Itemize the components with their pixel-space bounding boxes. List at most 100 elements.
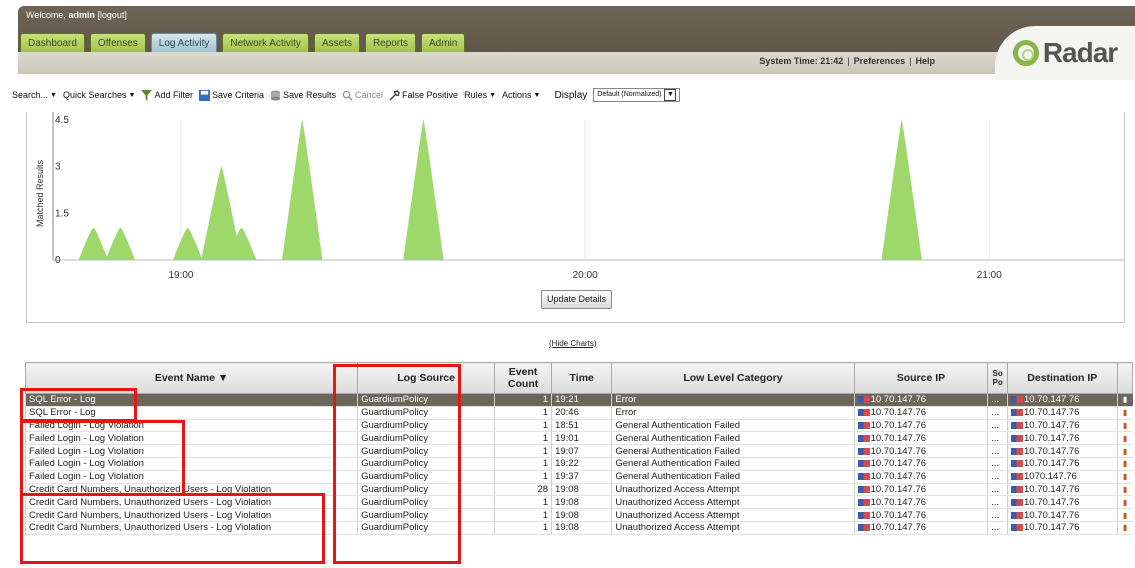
tab-log-activity[interactable]: Log Activity: [150, 33, 218, 54]
save-criteria-button[interactable]: Save Criteria: [198, 89, 264, 101]
row-magnitude-icon: ▮: [1116, 457, 1133, 471]
preferences-link[interactable]: Preferences: [854, 56, 906, 66]
country-flag-icon: [857, 421, 870, 429]
help-link[interactable]: Help: [915, 56, 935, 66]
table-row[interactable]: SQL Error - Log GuardiumPolicy 1 19:21 Error…: [24, 393, 1133, 407]
cancel-button[interactable]: Cancel: [342, 90, 383, 101]
cell-log-source: GuardiumPolicy: [357, 521, 495, 535]
cell-source-ip: 10.70.147.76: [853, 406, 988, 420]
display-select[interactable]: Default (Normalized) ▼: [593, 88, 681, 102]
cell-source-port: ...: [987, 393, 1008, 407]
tab-network-activity[interactable]: Network Activity: [222, 33, 309, 54]
events-table: Event Name ▼ Log Source Event Count Time…: [24, 362, 1134, 535]
row-magnitude-icon: ▮: [1116, 483, 1133, 497]
cell-event-name-text: Failed Login - Log Violation: [29, 419, 144, 431]
cell-log-source: GuardiumPolicy: [357, 457, 495, 471]
display-select-value: Default (Normalized): [597, 91, 662, 98]
cell-log-source-text: GuardiumPolicy: [361, 407, 429, 419]
cell-low-level-category: General Authentication Failed: [611, 470, 855, 484]
table-row[interactable]: Credit Card Numbers, Unauthorized Users …: [24, 495, 1133, 510]
rules-menu[interactable]: Rules ▼: [464, 90, 496, 100]
false-positive-button[interactable]: False Positive: [389, 89, 458, 101]
chart-area-peak: [403, 119, 444, 261]
country-flag-icon: [857, 485, 870, 493]
cell-source-port-text: ...: [991, 407, 1000, 419]
column-header-low-level-category[interactable]: Low Level Category: [611, 362, 855, 394]
cell-event-count: 1: [494, 406, 552, 420]
column-header-event-count[interactable]: Event Count: [494, 362, 553, 394]
cell-event-count-text: 1: [542, 407, 549, 419]
table-row[interactable]: Failed Login - Log Violation GuardiumPoli…: [24, 431, 1133, 446]
cell-event-count: 1: [494, 495, 552, 510]
cell-destination-ip-text: 10.70.147.76: [1024, 522, 1080, 534]
update-details-button[interactable]: Update Details: [541, 290, 613, 309]
tab-admin[interactable]: Admin: [420, 33, 466, 54]
cell-time-text: 19:08: [555, 522, 579, 534]
tab-reports[interactable]: Reports: [364, 33, 416, 54]
cell-log-source-text: GuardiumPolicy: [361, 432, 429, 444]
column-header-destination-ip[interactable]: Destination IP: [1007, 362, 1118, 394]
table-row[interactable]: Failed Login - Log Violation GuardiumPoli…: [24, 457, 1133, 471]
database-icon: [270, 89, 281, 101]
table-row[interactable]: Failed Login - Log Violation GuardiumPoli…: [24, 470, 1133, 484]
cell-event-count-text: 1: [542, 496, 549, 508]
column-header-source-ip[interactable]: Source IP: [853, 362, 989, 394]
column-header-event-name[interactable]: Event Name ▼: [24, 362, 359, 394]
column-header-source-port[interactable]: So Po: [987, 362, 1008, 394]
cell-event-name: Failed Login - Log Violation: [24, 470, 358, 484]
actions-menu[interactable]: Actions ▼: [502, 90, 540, 100]
cell-destination-ip-text: 10.70.147.76: [1024, 483, 1080, 495]
cell-source-port: ...: [987, 419, 1008, 433]
table-row[interactable]: Credit Card Numbers, Unauthorized Users …: [24, 508, 1133, 522]
cell-low-level-category-text: Unauthorized Access Attempt: [615, 483, 740, 495]
cell-destination-ip: 10.70.147.76: [1007, 431, 1118, 446]
cell-source-ip-text: 10.70.147.76: [870, 522, 927, 534]
search-toolbar: Search... ▼ Quick Searches ▼ Add Filter Sa…: [0, 85, 1135, 105]
cell-event-name-text: SQL Error - Log: [29, 394, 96, 406]
cell-event-count: 1: [494, 444, 552, 458]
cell-low-level-category-text: Unauthorized Access Attempt: [615, 496, 740, 508]
table-row[interactable]: SQL Error - Log GuardiumPolicy 1 20:46 Error…: [24, 406, 1133, 420]
table-row[interactable]: Credit Card Numbers, Unauthorized Users …: [24, 521, 1133, 535]
logout-link[interactable]: [logout]: [97, 10, 127, 20]
cell-low-level-category: Error: [611, 406, 855, 420]
add-filter-button[interactable]: Add Filter: [141, 89, 193, 101]
table-row[interactable]: Failed Login - Log Violation GuardiumPoli…: [24, 444, 1133, 458]
cell-destination-ip: 10.70.147.76: [1007, 483, 1118, 497]
cell-event-name: Failed Login - Log Violation: [24, 419, 358, 433]
row-magnitude-icon: ▮: [1116, 431, 1133, 446]
column-header-extra[interactable]: [1116, 362, 1134, 394]
column-header-log-source[interactable]: Log Source: [357, 362, 496, 394]
tab-assets[interactable]: Assets: [313, 33, 360, 54]
row-magnitude-icon: ▮: [1116, 444, 1133, 458]
search-menu[interactable]: Search... ▼: [12, 90, 57, 100]
table-row[interactable]: Failed Login - Log Violation GuardiumPoli…: [24, 419, 1133, 433]
cell-time: 19:37: [551, 470, 612, 484]
cell-event-count-text: 28: [537, 483, 549, 495]
search-label: Search...: [12, 90, 49, 100]
table-row[interactable]: Credit Card Numbers, Unauthorized Users …: [24, 483, 1133, 497]
cell-source-ip: 10.70.147.76: [853, 495, 988, 510]
header-strip: [18, 52, 1135, 74]
cell-source-port-text: ...: [991, 419, 1000, 431]
cell-source-ip-text: 10.70.147.76: [870, 445, 927, 457]
cell-log-source: GuardiumPolicy: [357, 508, 495, 522]
country-flag-icon: [857, 498, 870, 506]
filter-icon: [141, 89, 153, 101]
cell-event-name-text: Credit Card Numbers, Unauthorized Users …: [29, 522, 272, 534]
country-flag-icon: [857, 447, 870, 455]
cell-log-source-text: GuardiumPolicy: [361, 419, 429, 431]
column-header-time[interactable]: Time: [551, 362, 613, 394]
chart-plot: Matched Results 0 1.5 3 4.5 19:00 20:00 21:00: [35, 112, 1124, 281]
save-results-button[interactable]: Save Results: [270, 89, 336, 101]
row-magnitude-icon: ▮: [1116, 406, 1133, 420]
cell-time: 19:08: [551, 483, 612, 497]
quick-searches-menu[interactable]: Quick Searches ▼: [63, 90, 135, 100]
cell-time: 19:08: [551, 495, 612, 510]
cell-event-name-text: Failed Login - Log Violation: [29, 471, 144, 483]
cell-source-port: ...: [987, 508, 1008, 522]
cell-source-port-text: ...: [991, 483, 1000, 495]
tab-offenses[interactable]: Offenses: [89, 33, 146, 54]
tab-dashboard[interactable]: Dashboard: [20, 33, 85, 54]
hide-charts-link[interactable]: (Hide Charts): [549, 339, 597, 348]
